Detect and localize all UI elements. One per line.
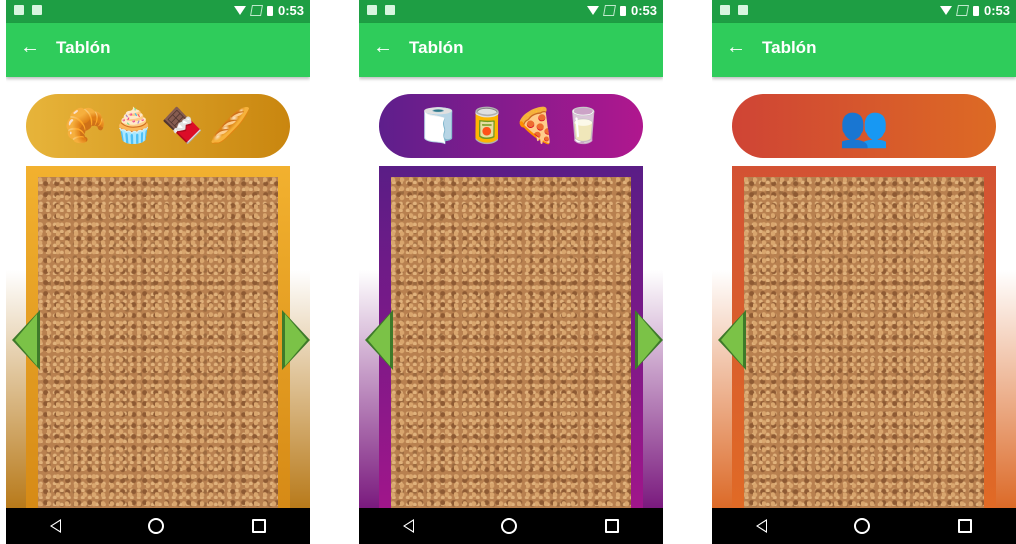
status-bar: 0:53	[712, 0, 1016, 23]
cork-board	[379, 166, 643, 508]
people-icon: 👥	[839, 103, 889, 150]
nav-home-icon[interactable]	[148, 518, 165, 534]
battery-icon	[972, 5, 979, 16]
cork-board	[732, 166, 996, 508]
navigation-bar	[6, 508, 310, 544]
clock: 0:53	[630, 3, 657, 18]
category-groceries-button[interactable]: 🧻 🥫 🍕 🥛	[379, 94, 643, 158]
no-sim-icon	[602, 5, 616, 16]
app-bar: ← Tablón	[712, 23, 1016, 77]
nav-back-icon[interactable]	[49, 519, 61, 533]
mail-icon	[738, 5, 748, 15]
phone-screen-3: 0:53 ← Tablón 👥	[712, 0, 1016, 544]
clock: 0:53	[277, 3, 304, 18]
status-bar: 0:53	[359, 0, 663, 23]
back-arrow-icon[interactable]: ←	[373, 35, 393, 59]
clock: 0:53	[983, 3, 1010, 18]
wifi-icon	[233, 6, 246, 15]
cupcake-icon: 🧁	[112, 106, 155, 146]
nav-back-icon[interactable]	[755, 519, 767, 533]
category-bakery-button[interactable]: 🥐 🧁 🍫 🥖	[26, 94, 290, 158]
nav-back-icon[interactable]	[402, 519, 414, 533]
navigation-bar	[712, 508, 1016, 544]
cork-surface	[38, 177, 278, 508]
app-bar: ← Tablón	[6, 23, 310, 77]
gallery-icon	[367, 5, 377, 15]
cork-surface	[744, 177, 984, 508]
mail-icon	[32, 5, 42, 15]
wifi-icon	[939, 6, 952, 15]
battery-icon	[619, 5, 626, 16]
next-arrow-button[interactable]	[635, 310, 663, 370]
nav-recents-icon[interactable]	[605, 519, 620, 533]
gallery-icon	[14, 5, 24, 15]
previous-arrow-button[interactable]	[365, 310, 393, 370]
previous-arrow-button[interactable]	[718, 310, 746, 370]
can-icon: 🥫	[465, 106, 508, 146]
status-bar: 0:53	[6, 0, 310, 23]
chocolate-icon: 🍫	[161, 106, 204, 146]
nav-home-icon[interactable]	[854, 518, 871, 534]
phone-screen-2: 0:53 ← Tablón 🧻 🥫 🍕 🥛	[359, 0, 663, 544]
croissant-icon: 🥐	[64, 106, 107, 146]
app-bar: ← Tablón	[359, 23, 663, 77]
gallery-icon	[720, 5, 730, 15]
pizza-icon: 🍕	[514, 106, 557, 146]
mail-icon	[385, 5, 395, 15]
previous-arrow-button[interactable]	[12, 310, 40, 370]
page-title: Tablón	[409, 38, 464, 57]
navigation-bar	[359, 508, 663, 544]
toilet-paper-icon: 🧻	[417, 106, 460, 146]
back-arrow-icon[interactable]: ←	[20, 35, 40, 59]
battery-icon	[266, 5, 273, 16]
page-title: Tablón	[56, 38, 111, 57]
cork-board	[26, 166, 290, 508]
no-sim-icon	[249, 5, 263, 16]
no-sim-icon	[955, 5, 969, 16]
phone-screen-1: 0:53 ← Tablón 🥐 🧁 🍫 🥖	[6, 0, 310, 544]
cork-surface	[391, 177, 631, 508]
page-title: Tablón	[762, 38, 817, 57]
next-arrow-button[interactable]	[282, 310, 310, 370]
milk-icon: 🥛	[562, 106, 605, 146]
bread-icon: 🥖	[209, 106, 252, 146]
nav-home-icon[interactable]	[501, 518, 518, 534]
wifi-icon	[586, 6, 599, 15]
back-arrow-icon[interactable]: ←	[726, 35, 746, 59]
nav-recents-icon[interactable]	[958, 519, 973, 533]
nav-recents-icon[interactable]	[252, 519, 267, 533]
category-people-button[interactable]: 👥	[732, 94, 996, 158]
